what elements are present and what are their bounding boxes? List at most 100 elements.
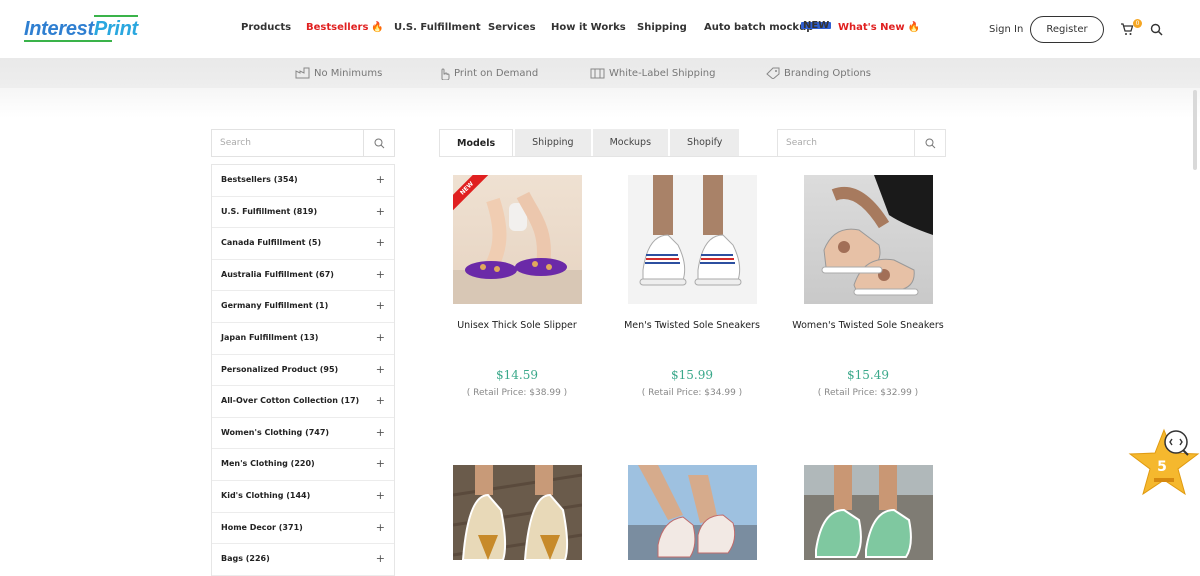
category-item[interactable]: Kid's Clothing (144) +: [212, 481, 394, 513]
category-list: Bestsellers (354) + U.S. Fulfillment (819…: [211, 164, 395, 576]
category-item[interactable]: Bestsellers (354) +: [212, 165, 394, 197]
sneaker-product-photo: [628, 465, 757, 560]
category-label: Home Decor (371): [221, 522, 303, 532]
expand-icon[interactable]: +: [376, 205, 385, 218]
expand-icon[interactable]: +: [376, 363, 385, 376]
tab-shopify[interactable]: Shopify: [670, 129, 740, 157]
feature-white-label-shipping: White-Label Shipping: [590, 67, 715, 79]
search-placeholder: Search: [786, 138, 817, 148]
category-item[interactable]: Japan Fulfillment (13) +: [212, 323, 394, 355]
new-ribbon: NEW: [453, 175, 493, 215]
expand-icon[interactable]: +: [376, 299, 385, 312]
sneaker-product-photo: [821, 175, 933, 296]
package-icon: [590, 68, 605, 79]
category-item[interactable]: Australia Fulfillment (67) +: [212, 260, 394, 292]
nav-services[interactable]: Services: [488, 22, 536, 33]
category-item[interactable]: Canada Fulfillment (5) +: [212, 228, 394, 260]
category-item[interactable]: All-Over Cotton Collection (17) +: [212, 386, 394, 418]
product-price: $15.49: [847, 368, 889, 382]
category-label: Women's Clothing (747): [221, 427, 330, 437]
product-search-input[interactable]: Search: [777, 129, 946, 157]
category-item[interactable]: Personalized Product (95) +: [212, 355, 394, 387]
sidebar-search-button[interactable]: [363, 130, 394, 156]
category-label: All-Over Cotton Collection (17): [221, 396, 360, 406]
cart-count-badge: 0: [1133, 19, 1142, 28]
nav-shipping[interactable]: Shipping: [637, 22, 687, 33]
product-price: $15.99: [671, 368, 713, 382]
features-bar: No Minimums Print on Demand White-Label …: [0, 58, 1200, 88]
expand-icon[interactable]: +: [376, 426, 385, 439]
nav-auto-batch-mockup[interactable]: Auto batch mockup NEW: [704, 21, 832, 33]
search-placeholder: Search: [220, 138, 251, 148]
product-retail-price: ( Retail Price: $34.99 ): [641, 388, 743, 398]
product-image[interactable]: NEW: [453, 175, 582, 304]
expand-icon[interactable]: +: [376, 521, 385, 534]
product-name[interactable]: Men's Twisted Sole Sneakers: [604, 320, 780, 331]
nav-label: Services: [488, 22, 536, 33]
expand-icon[interactable]: +: [376, 236, 385, 249]
site-header: InterestPrint Products Bestsellers 🔥 U.S.…: [0, 0, 1200, 58]
product-search-button[interactable]: [914, 130, 945, 156]
category-item[interactable]: Women's Clothing (747) +: [212, 418, 394, 450]
new-ribbon-label: NEW: [453, 175, 491, 213]
expand-icon[interactable]: +: [376, 394, 385, 407]
cart-icon[interactable]: [1120, 22, 1134, 36]
register-button[interactable]: Register: [1030, 16, 1104, 43]
logo-underline: [24, 40, 112, 42]
category-item[interactable]: Men's Clothing (220) +: [212, 449, 394, 481]
tab-mockups[interactable]: Mockups: [592, 129, 669, 157]
category-item[interactable]: Home Decor (371) +: [212, 513, 394, 545]
product-image[interactable]: [453, 465, 582, 560]
scrollbar-thumb[interactable]: [1193, 90, 1197, 170]
product-name[interactable]: Women's Twisted Sole Sneakers: [780, 320, 956, 331]
product-image[interactable]: [628, 175, 757, 304]
feature-print-on-demand: Print on Demand: [438, 67, 538, 80]
search-icon: [925, 138, 935, 148]
nav-label: U.S. Fulfillment: [394, 22, 481, 33]
product-image[interactable]: [804, 465, 933, 560]
rating-value: 5: [1157, 459, 1167, 475]
search-icon[interactable]: [1150, 23, 1163, 36]
sidebar-search-input[interactable]: Search: [211, 129, 395, 157]
expand-icon[interactable]: +: [376, 173, 385, 186]
nav-label: Products: [241, 22, 292, 33]
nav-label: What's New: [838, 22, 905, 33]
product-name[interactable]: Unisex Thick Sole Slipper: [429, 320, 605, 331]
sneaker-product-photo: [453, 465, 582, 560]
feature-label: Print on Demand: [454, 68, 539, 79]
expand-icon[interactable]: +: [376, 552, 385, 565]
expand-icon[interactable]: +: [376, 457, 385, 470]
tab-models[interactable]: Models: [439, 129, 514, 157]
product-tabs: Models Shipping Mockups Shopify: [439, 129, 741, 157]
nav-how-it-works[interactable]: How it Works: [551, 22, 626, 33]
nav-whats-new[interactable]: What's New 🔥: [838, 22, 920, 33]
factory-icon: [295, 67, 310, 79]
feature-label: No Minimums: [314, 67, 383, 79]
product-image[interactable]: [628, 465, 757, 560]
logo-text-print: Print: [93, 18, 138, 40]
nav-label: Auto batch mockup: [704, 22, 814, 33]
expand-icon[interactable]: +: [376, 331, 385, 344]
search-icon: [374, 138, 384, 148]
nav-us-fulfillment[interactable]: U.S. Fulfillment: [394, 22, 481, 33]
product-image[interactable]: [804, 175, 933, 304]
category-item[interactable]: Germany Fulfillment (1) +: [212, 291, 394, 323]
nav-products[interactable]: Products: [241, 22, 291, 33]
tab-shipping[interactable]: Shipping: [515, 129, 591, 157]
feature-label: White-Label Shipping: [609, 67, 716, 79]
category-label: Japan Fulfillment (13): [221, 332, 319, 342]
logo-text-interest: Interest: [24, 18, 94, 40]
category-label: Bags (226): [221, 554, 270, 564]
tag-icon: [766, 67, 780, 79]
rating-star-widget[interactable]: 5: [1128, 426, 1200, 498]
nav-bestsellers[interactable]: Bestsellers 🔥: [306, 22, 384, 33]
expand-icon[interactable]: +: [376, 489, 385, 502]
category-label: Germany Fulfillment (1): [221, 301, 329, 311]
nav-label: Bestsellers: [306, 22, 369, 33]
logo[interactable]: InterestPrint: [24, 18, 138, 42]
category-item[interactable]: U.S. Fulfillment (819) +: [212, 197, 394, 229]
sign-in-link[interactable]: Sign In: [989, 24, 1023, 35]
expand-icon[interactable]: +: [376, 268, 385, 281]
new-badge: NEW: [801, 20, 832, 31]
product-price: $14.59: [496, 368, 538, 382]
